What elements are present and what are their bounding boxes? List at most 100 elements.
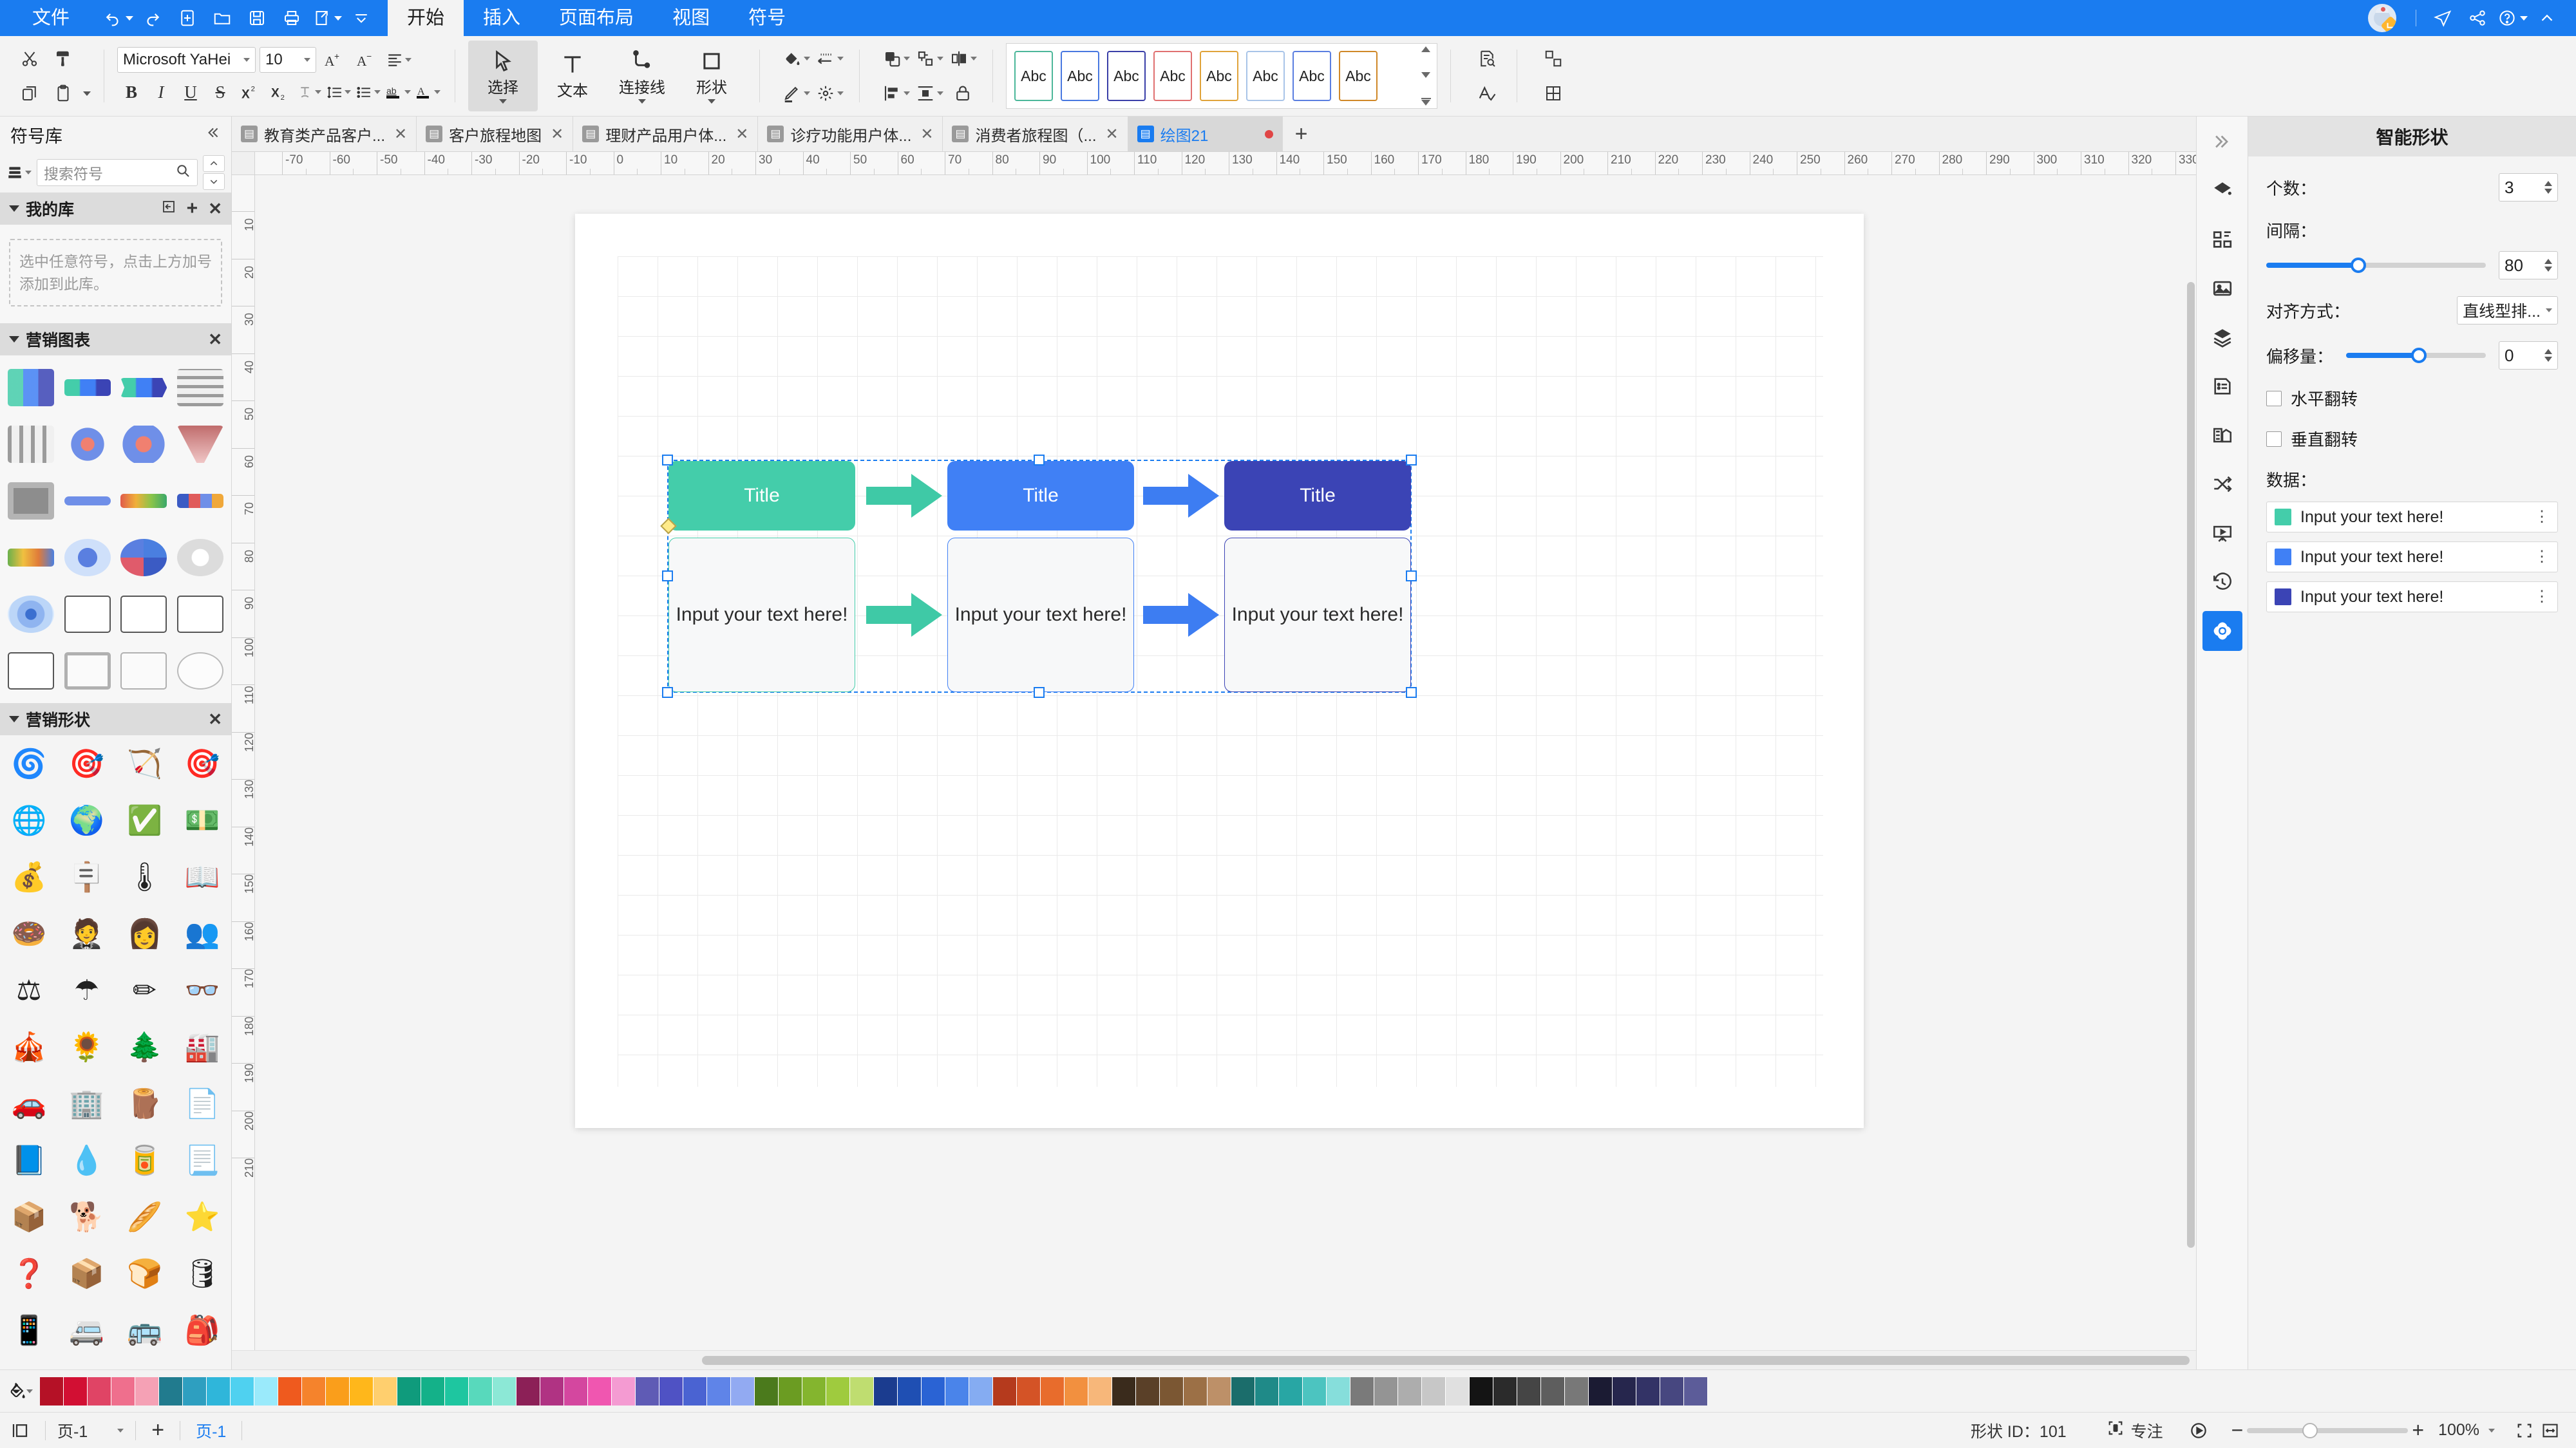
step-title-3[interactable]: Title <box>1224 461 1411 531</box>
symbol-item[interactable]: 🛢 <box>173 1245 231 1302</box>
snap-icon[interactable] <box>1537 77 1570 110</box>
symbol-item[interactable]: 👥 <box>173 905 231 962</box>
spacing-slider[interactable] <box>2266 258 2486 273</box>
zoom-out-button[interactable]: − <box>2228 1418 2248 1442</box>
resize-handle-mr[interactable] <box>1406 570 1417 581</box>
smart-shape-diagram[interactable]: Title Input your text here! Title Input … <box>575 214 1864 1128</box>
symbol-item[interactable]: 🚗 <box>0 1075 58 1132</box>
tool-select[interactable]: 选择 <box>468 41 538 111</box>
symbol-item[interactable]: ✅ <box>116 792 174 849</box>
font-family-select[interactable]: Microsoft YaHei <box>117 47 256 73</box>
add-page-button[interactable]: + <box>147 1418 168 1443</box>
palette-swatch[interactable] <box>1065 1377 1088 1406</box>
align-select[interactable]: 直线型排... <box>2457 296 2558 324</box>
symbol-item[interactable]: 🌀 <box>0 735 58 792</box>
search-next-button[interactable] <box>203 173 225 190</box>
palette-swatch[interactable] <box>397 1377 421 1406</box>
symbol-item[interactable]: ❓ <box>0 1245 58 1302</box>
palette-swatch[interactable] <box>159 1377 183 1406</box>
palette-swatch[interactable] <box>1470 1377 1493 1406</box>
align-icon[interactable] <box>879 77 913 110</box>
data-item-menu-icon[interactable]: ⋮ <box>2534 549 2550 565</box>
symbol-item[interactable] <box>116 529 173 586</box>
palette-swatch[interactable] <box>207 1377 231 1406</box>
library-menu-icon[interactable] <box>6 164 32 181</box>
symbol-item[interactable] <box>3 529 59 586</box>
symbol-item[interactable] <box>172 359 229 416</box>
style-swatch[interactable]: Abc <box>1061 51 1099 101</box>
palette-swatch[interactable] <box>993 1377 1017 1406</box>
style-swatch[interactable]: Abc <box>1014 51 1053 101</box>
vertical-scrollbar[interactable] <box>2187 179 2195 1346</box>
group-icon[interactable] <box>913 42 946 75</box>
style-swatch[interactable]: Abc <box>1339 51 1378 101</box>
symbol-item[interactable]: 🥖 <box>116 1189 174 1245</box>
palette-swatch[interactable] <box>850 1377 874 1406</box>
symbol-item[interactable]: 🚐 <box>58 1302 116 1359</box>
undo-icon[interactable] <box>100 0 135 36</box>
palette-swatch[interactable] <box>1017 1377 1041 1406</box>
symbol-item[interactable]: 🌐 <box>0 792 58 849</box>
palette-swatch-strip[interactable] <box>40 1377 2576 1406</box>
symbol-item[interactable]: 🌻 <box>58 1019 116 1075</box>
fill-color-icon[interactable] <box>779 42 813 75</box>
resize-handle-tl[interactable] <box>662 455 673 465</box>
horizontal-ruler[interactable]: -70 -60 -50 -40 -30 -20 -10 0 10 20 30 40 50 60 70 80 90… <box>255 152 2196 175</box>
section-marketing-shapes[interactable]: 营销形状 ✕ <box>0 703 231 735</box>
help-icon[interactable] <box>2495 0 2530 36</box>
symbol-item[interactable]: 💧 <box>58 1132 116 1189</box>
spell-check-icon[interactable] <box>1470 77 1504 110</box>
palette-swatch[interactable] <box>1684 1377 1708 1406</box>
resize-handle-br[interactable] <box>1406 687 1417 698</box>
palette-swatch[interactable] <box>540 1377 564 1406</box>
text-highlight-button[interactable]: ab <box>384 78 412 106</box>
symbol-item[interactable]: 📦 <box>58 1245 116 1302</box>
step-title-2[interactable]: Title <box>947 461 1134 531</box>
step-body-1[interactable]: Input your text here! <box>668 538 855 692</box>
spacing-stepper[interactable]: 80 <box>2499 251 2558 279</box>
palette-swatch[interactable] <box>636 1377 659 1406</box>
resize-handle-bc[interactable] <box>1034 687 1045 698</box>
palette-swatch[interactable] <box>302 1377 326 1406</box>
palette-swatch[interactable] <box>1088 1377 1112 1406</box>
style-swatch[interactable]: Abc <box>1107 51 1146 101</box>
save-icon[interactable] <box>240 0 274 36</box>
symbol-item[interactable]: 🏭 <box>173 1019 231 1075</box>
vertical-ruler[interactable]: 10 20 30 40 50 60 70 80 90 100 110 120 130 140 150 160 1… <box>232 175 255 1350</box>
symbol-item[interactable] <box>3 359 59 416</box>
palette-swatch[interactable] <box>779 1377 802 1406</box>
palette-swatch[interactable] <box>1184 1377 1208 1406</box>
flip-vertical-checkbox[interactable] <box>2266 431 2282 447</box>
palette-swatch[interactable] <box>254 1377 278 1406</box>
notes-icon[interactable] <box>2202 366 2242 406</box>
palette-swatch[interactable] <box>802 1377 826 1406</box>
more-icon[interactable] <box>344 0 379 36</box>
symbol-item[interactable]: 🌡 <box>116 849 174 905</box>
palette-swatch[interactable] <box>874 1377 898 1406</box>
symbol-item[interactable]: 📄 <box>173 1075 231 1132</box>
symbol-item[interactable]: ⭐ <box>173 1189 231 1245</box>
section-my-library[interactable]: 我的库 + ✕ <box>0 193 231 225</box>
style-swatch[interactable]: Abc <box>1200 51 1238 101</box>
zoom-slider[interactable] <box>2247 1422 2409 1438</box>
data-item-2[interactable]: Input your text here! ⋮ <box>2266 541 2558 572</box>
symbol-item[interactable]: 🎯 <box>173 735 231 792</box>
close-section-icon[interactable]: ✕ <box>208 200 222 217</box>
palette-swatch[interactable] <box>922 1377 945 1406</box>
palette-swatch[interactable] <box>1398 1377 1422 1406</box>
stepper-down-icon[interactable] <box>2544 189 2552 194</box>
search-input[interactable]: 搜索符号 <box>37 159 198 186</box>
data-item-3[interactable]: Input your text here! ⋮ <box>2266 581 2558 612</box>
symbol-item[interactable] <box>172 586 229 643</box>
palette-swatch[interactable] <box>1136 1377 1160 1406</box>
symbol-item[interactable] <box>172 473 229 529</box>
symbol-item[interactable] <box>3 473 59 529</box>
smart-guides-icon[interactable] <box>1537 42 1570 75</box>
palette-swatch[interactable] <box>898 1377 922 1406</box>
stepper-up-icon[interactable] <box>2544 181 2552 186</box>
offset-slider[interactable] <box>2346 348 2486 363</box>
image-icon[interactable] <box>2202 268 2242 308</box>
palette-swatch[interactable] <box>1255 1377 1279 1406</box>
avatar[interactable] <box>2368 4 2396 32</box>
symbol-item[interactable]: 🌍 <box>58 792 116 849</box>
